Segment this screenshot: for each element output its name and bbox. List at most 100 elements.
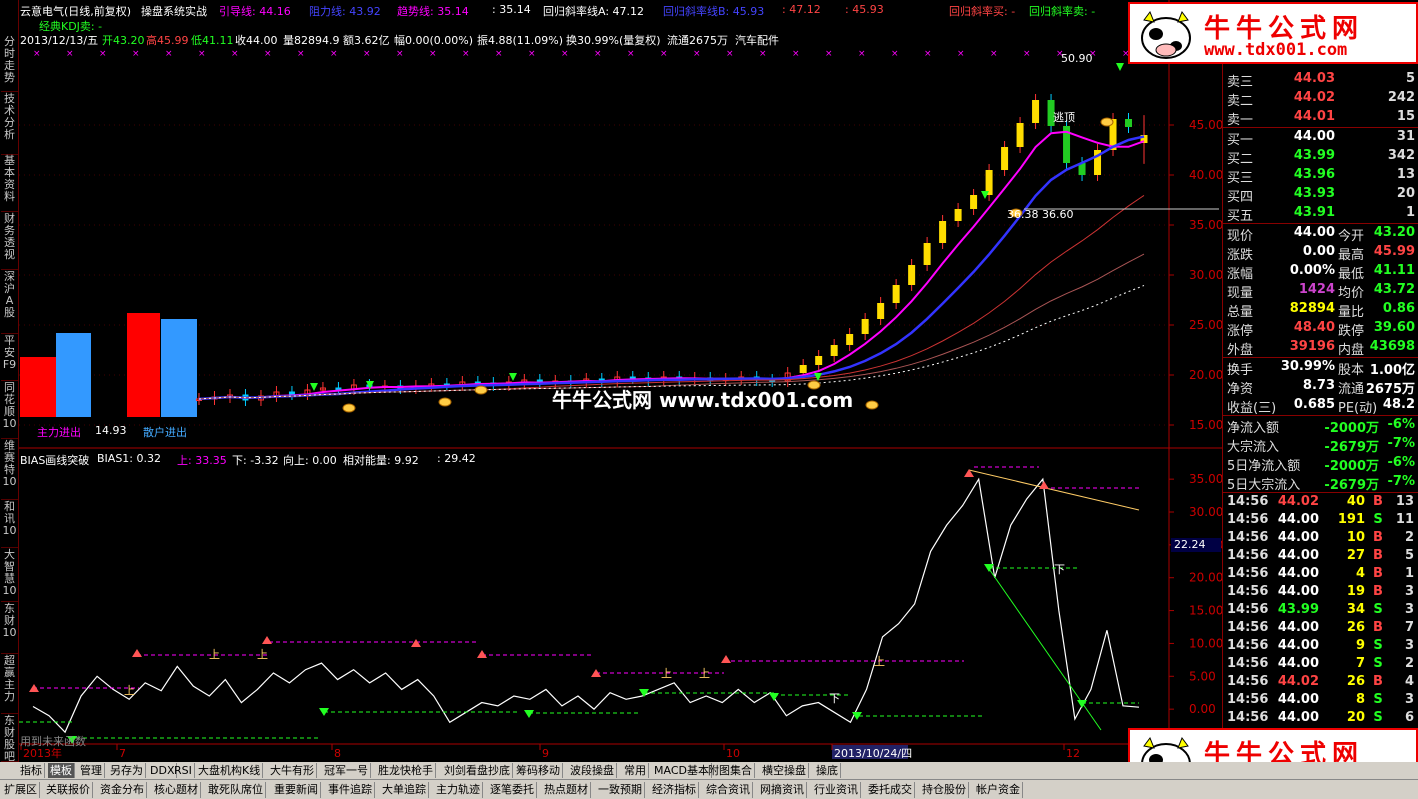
tick-time: 14:56 [1227,494,1269,509]
extension-tab-11[interactable]: 一致预期 [596,782,645,798]
indicator-tab-15[interactable]: 附图集合 [706,763,755,778]
ind-regress-a2: : 47.12 [782,3,821,16]
indicator-tab-3[interactable]: 另存为 [108,763,146,778]
extension-tab-18[interactable]: 帐户资金 [974,782,1023,798]
indicator-tab-10[interactable]: 刘剑看盘抄底 [442,763,513,778]
guide-line [198,130,1145,400]
left-tab-1[interactable]: 技术分析 [1,93,18,155]
bias-peak-icon [411,639,421,647]
cow-icon [1141,10,1191,59]
top-marker: × [726,49,734,59]
left-tab-3[interactable]: 财务透视 [1,213,18,270]
quote-value: 242 [1387,90,1415,105]
bias-peak-icon [132,649,142,657]
quote-value: 20 [1396,186,1415,201]
flow-pct: -7% [1387,474,1415,489]
info-low: 低41.11 [191,34,234,47]
bid-row: 买二 43.99 342 [1223,147,1418,167]
sell-arrow-icon [310,383,318,391]
left-tab-4[interactable]: 深沪A股 [1,271,18,334]
extension-tab-10[interactable]: 热点题材 [542,782,591,798]
candle-body [939,221,947,243]
extension-tab-5[interactable]: 重要新闻 [272,782,321,798]
bias-up-marker: 上 [124,684,135,697]
indicator-tab-5[interactable]: RSI [172,763,195,778]
bias-up: 上: 33.35 [177,454,227,467]
bias-current-tag: 22.24 [1171,538,1221,552]
tick-count: 7 [1404,620,1414,635]
trend-line-red [198,195,1145,400]
top-marker: × [231,49,239,59]
indicator-tab-7[interactable]: 大牛有形 [268,763,317,778]
top-marker: × [594,49,602,59]
indicator-tab-9[interactable]: 胜龙快枪手 [376,763,436,778]
top-marker: × [858,49,866,59]
indicator-tab-16[interactable]: 横空操盘 [760,763,809,778]
extension-tab-13[interactable]: 综合资讯 [704,782,753,798]
top-marker: × [528,49,536,59]
extension-tab-14[interactable]: 网摘资讯 [758,782,807,798]
left-tab-2[interactable]: 基本资料 [1,155,18,212]
quote-value: 13 [1396,167,1415,182]
ind-trend: 趋势线: 35.14 [397,5,469,18]
tick-price: 44.00 [1277,530,1319,545]
tick-count: 11 [1395,512,1414,527]
tick-count: 5 [1404,548,1414,563]
logo-top: 牛牛公式网 www.tdx001.com [1128,2,1418,64]
tick-price: 44.00 [1277,566,1319,581]
extension-tab-2[interactable]: 资金分布 [98,782,147,798]
extension-tab-16[interactable]: 委托成交 [866,782,915,798]
bias-tick-label: 35.00 [1189,472,1222,486]
extension-tab-8[interactable]: 主力轨迹 [434,782,483,798]
extension-tab-15[interactable]: 行业资讯 [812,782,861,798]
resist-line [198,135,1145,401]
quote-value: 1 [1405,205,1415,220]
left-tab-12[interactable]: 东财股吧 [1,715,18,763]
extension-tab-12[interactable]: 经济指标 [650,782,699,798]
indicator-tab-14[interactable]: MACD基本 [652,763,712,778]
quote-label: 卖三 [1227,75,1254,90]
left-tab-8[interactable]: 和讯10 [1,501,18,548]
extension-tab-17[interactable]: 持仓股份 [920,782,969,798]
left-tab-6[interactable]: 同花顺10 [1,382,18,439]
indicator-tab-12[interactable]: 波段操盘 [568,763,617,778]
extension-tab-9[interactable]: 逐笔委托 [488,782,537,798]
tick-count: 13 [1395,494,1414,509]
tick-time: 14:56 [1227,512,1269,527]
indicator-tab-6[interactable]: 大盘机构K线 [196,763,264,778]
xaxis-label: 2013/10/24/四 [834,747,912,760]
extension-tab-3[interactable]: 核心题材 [152,782,201,798]
flow-label: 大宗流入 [1227,440,1280,455]
indicator-tab-8[interactable]: 冠军一号 [322,763,371,778]
quote-value: 43698 [1369,339,1415,354]
tick-volume: 9 [1355,638,1365,653]
left-tab-0[interactable]: 分时走势 [1,36,18,92]
top-marker: × [759,49,767,59]
info-sector: 汽车配件 [735,34,779,47]
indicator-tab-0[interactable]: 指标 [18,763,45,778]
chart-area[interactable]: 45.00 40.00 35.00 30.00 25.00 20.00 15.00 35.00… [19,0,1222,762]
left-tab-7[interactable]: 维赛特10 [1,440,18,500]
bias-up-marker: 上 [661,667,672,680]
left-tab-11[interactable]: 超赢主力 [1,655,18,714]
quote-value: 44.01 [1293,109,1335,124]
left-tab-10[interactable]: 东财10 [1,603,18,654]
candle-body [1016,123,1024,147]
extension-tab-0[interactable]: 扩展区 [2,782,40,798]
quote-label: 现量 [1227,286,1254,301]
extension-tab-1[interactable]: 关联报价 [44,782,93,798]
extension-tab-6[interactable]: 事件追踪 [326,782,375,798]
tick-row: 14:56 44.00 4 B 1 [1223,565,1418,583]
indicator-tab-11[interactable]: 筹码移动 [514,763,563,778]
indicator-tab-17[interactable]: 操底 [814,763,841,778]
extension-tab-bar: 扩展区 关联报价 资金分布 核心题材 敢死队席位 重要新闻 事件追踪 大单追踪 主力轨迹 逐笔委托… [0,779,1418,799]
extension-tab-4[interactable]: 敢死队席位 [206,782,266,798]
extension-tab-7[interactable]: 大单追踪 [380,782,429,798]
indicator-tab-1[interactable]: 模板 [48,763,75,778]
left-tab-5[interactable]: 平安F9 [1,335,18,381]
indicator-tab-2[interactable]: 管理 [78,763,105,778]
indicator-tab-13[interactable]: 常用 [622,763,649,778]
top-marker: × [957,49,965,59]
left-tab-9[interactable]: 大智慧10 [1,549,18,602]
left-tab-bar: 分时走势 技术分析 基本资料 财务透视 深沪A股 平安F9 同花顺10 维赛特10 和讯10 大智… [0,0,19,763]
